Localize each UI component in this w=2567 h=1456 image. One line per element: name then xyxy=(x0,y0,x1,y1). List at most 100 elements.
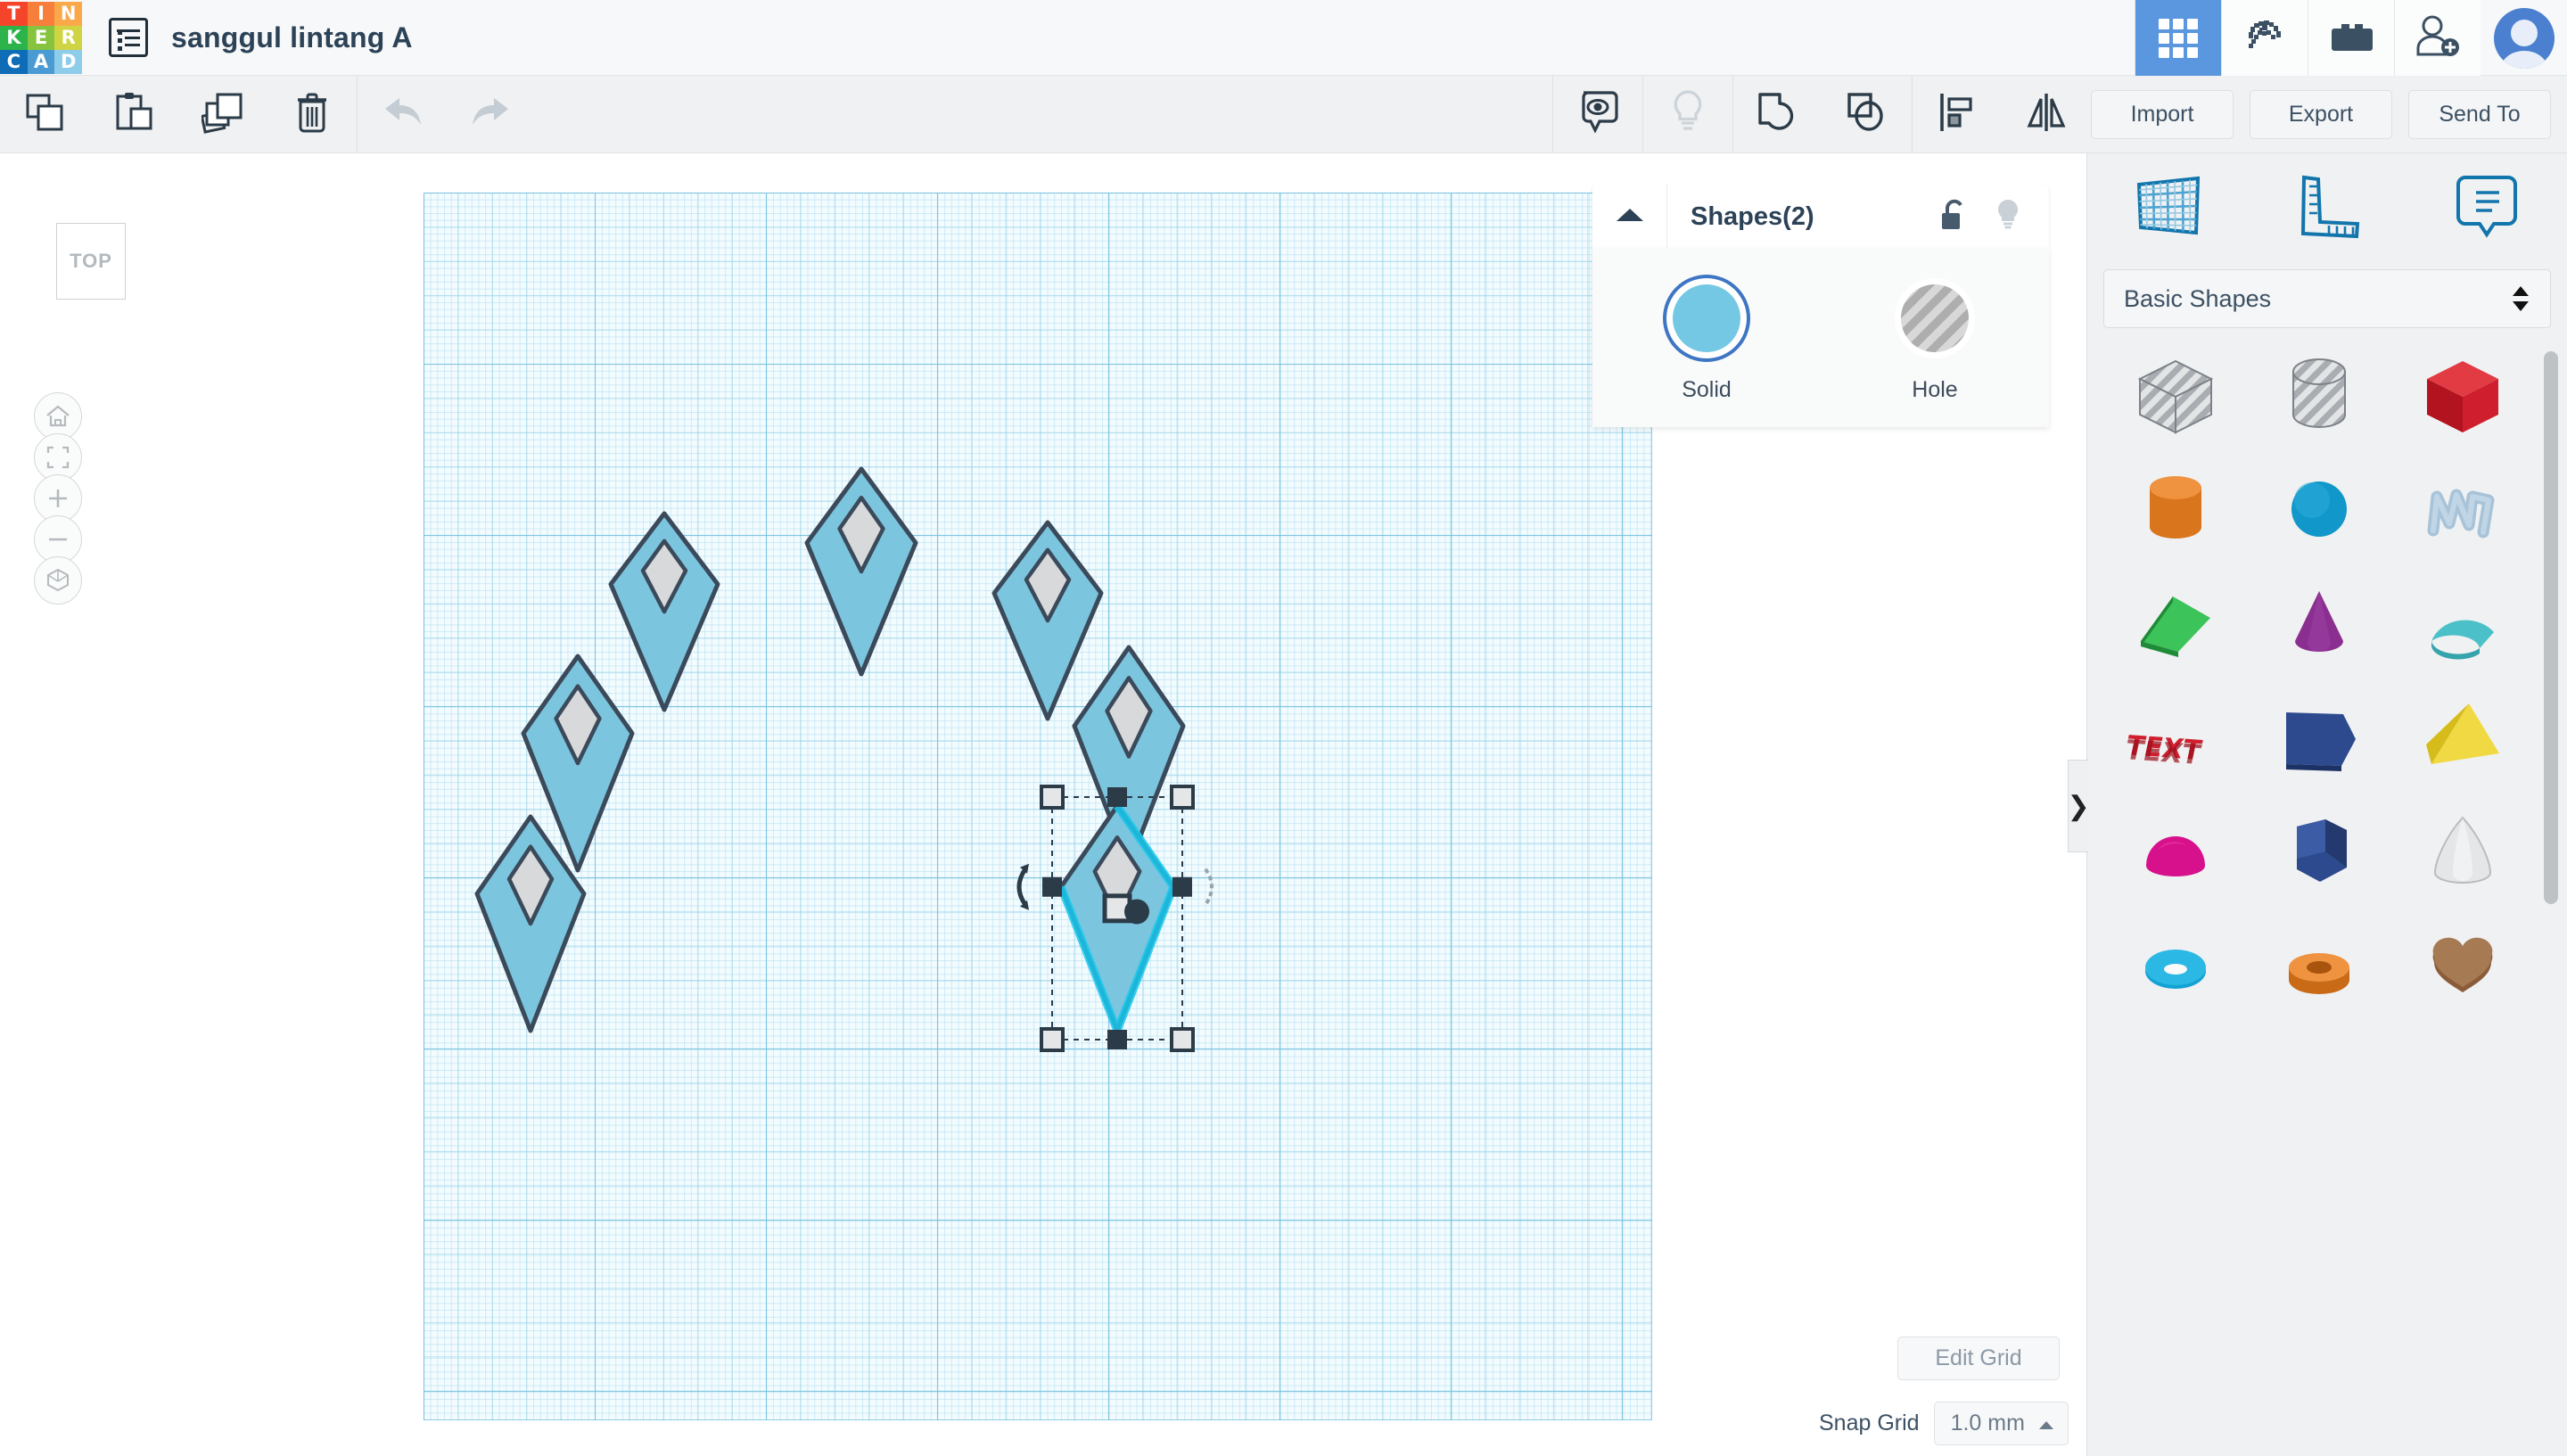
roof-shape[interactable] xyxy=(2109,570,2242,675)
redo-button[interactable] xyxy=(447,76,536,153)
highlight-button[interactable] xyxy=(1643,76,1732,153)
svg-text:TEXT: TEXT xyxy=(2127,735,2203,771)
lightbulb-icon[interactable] xyxy=(1994,198,2022,236)
logo-tile-r: R xyxy=(54,25,82,50)
mirror-button[interactable] xyxy=(2002,76,2091,153)
delete-button[interactable] xyxy=(267,76,357,153)
toolbar-right-group: Import Export Send To xyxy=(1552,76,2567,153)
logo-tile-a: A xyxy=(27,49,55,74)
topbar-button-blocks[interactable] xyxy=(2308,0,2394,76)
avatar-button[interactable] xyxy=(2481,0,2567,76)
align-button[interactable] xyxy=(1913,76,2002,153)
paste-button[interactable] xyxy=(89,76,178,153)
export-button[interactable]: Export xyxy=(2250,90,2392,139)
torus-shape[interactable] xyxy=(2109,912,2242,1017)
kite-shape-selected[interactable] xyxy=(1016,770,1214,1066)
logo-tile-e: E xyxy=(27,25,55,50)
align-icon xyxy=(1938,91,1977,138)
kite-shape[interactable] xyxy=(441,781,620,1066)
paraboloid-shape[interactable] xyxy=(2396,798,2530,903)
fit-to-view-icon xyxy=(46,446,70,469)
hole-label: Hole xyxy=(1912,377,1958,402)
lego-brick-icon xyxy=(2327,18,2375,58)
library-tools xyxy=(2087,153,2567,262)
delete-trash-icon xyxy=(292,90,332,139)
cone-shape[interactable] xyxy=(2252,570,2386,675)
home-view-icon xyxy=(45,405,70,428)
hole-box-shape[interactable] xyxy=(2109,341,2242,447)
shapes-library-panel: ❯ Basic Shapes TEXT TEXT xyxy=(2067,153,2567,1456)
undo-arrow-icon xyxy=(380,95,424,135)
workplane-icon xyxy=(2130,169,2205,248)
paste-icon xyxy=(113,91,154,138)
ortho-perspective-button[interactable] xyxy=(34,556,82,605)
snap-grid-row: Snap Grid 1.0 mm xyxy=(1819,1402,2069,1445)
lightbulb-icon xyxy=(1669,89,1707,140)
shape-library-grid: TEXT TEXT xyxy=(2087,337,2551,1407)
blocks-grid-icon xyxy=(2159,18,2198,58)
hole-option[interactable]: Hole xyxy=(1821,284,2049,403)
undo-button[interactable] xyxy=(358,76,447,153)
half-sphere-shape[interactable] xyxy=(2109,798,2242,903)
text-shape[interactable]: TEXT TEXT xyxy=(2109,684,2242,789)
top-right-buttons xyxy=(2135,0,2567,76)
hole-swatch[interactable] xyxy=(1901,284,1969,352)
note-icon xyxy=(2449,169,2524,248)
logo-tile-c: C xyxy=(0,49,28,74)
group-button[interactable] xyxy=(1733,76,1822,153)
zoom-out-icon xyxy=(46,528,70,551)
hole-cylinder-shape[interactable] xyxy=(2252,341,2386,447)
box-shape[interactable] xyxy=(2396,341,2530,447)
solid-option[interactable]: Solid xyxy=(1592,284,1821,403)
logo-tile-i: I xyxy=(27,1,55,26)
topbar-button-invite[interactable] xyxy=(2394,0,2481,76)
round-roof-shape[interactable] xyxy=(2396,570,2530,675)
copy-icon xyxy=(24,92,65,137)
scribble-shape[interactable] xyxy=(2396,456,2530,561)
polygon-shape[interactable] xyxy=(2252,684,2386,789)
design-canvas[interactable]: Workplane xyxy=(424,193,1652,1420)
shapes-inspector-panel: Shapes(2) Solid Hole xyxy=(1592,185,2049,427)
workplane-tool-button[interactable] xyxy=(2087,169,2247,248)
tinkercad-logo[interactable]: TIN KER CAD xyxy=(0,0,82,76)
shape-library-scrollbar[interactable] xyxy=(2544,351,2558,1375)
ruler-tool-button[interactable] xyxy=(2247,169,2407,248)
shapes-panel-header: Shapes(2) xyxy=(1592,185,2049,249)
tinkercad-app: TINKERCAD sanggul lintang A Import Expor… xyxy=(0,0,2567,1456)
shapes-panel-actions xyxy=(1938,198,2049,236)
copy-button[interactable] xyxy=(0,76,89,153)
edit-grid-button[interactable]: Edit Grid xyxy=(1897,1337,2060,1380)
hexagon-prism-shape[interactable] xyxy=(2252,798,2386,903)
ungroup-icon xyxy=(1846,91,1888,138)
duplicate-icon xyxy=(200,91,244,138)
invite-person-icon xyxy=(2415,14,2461,62)
kite-shape[interactable] xyxy=(771,433,951,710)
ungroup-button[interactable] xyxy=(1822,76,1912,153)
import-button[interactable]: Import xyxy=(2091,90,2234,139)
tube-shape[interactable] xyxy=(2252,912,2386,1017)
edit-toolbar: Import Export Send To xyxy=(0,75,2567,153)
panel-collapse-tab[interactable]: ❯ xyxy=(2067,760,2090,852)
note-button[interactable] xyxy=(1553,76,1642,153)
pickaxe-icon xyxy=(2242,13,2287,62)
shape-library-select[interactable]: Basic Shapes xyxy=(2103,269,2551,328)
solid-label: Solid xyxy=(1682,377,1732,402)
mirror-icon xyxy=(2025,91,2068,138)
solid-swatch[interactable] xyxy=(1673,284,1740,352)
snap-grid-select[interactable]: 1.0 mm xyxy=(1933,1402,2069,1445)
note-tool-button[interactable] xyxy=(2407,169,2567,248)
list-menu-icon[interactable] xyxy=(109,18,148,57)
cylinder-shape[interactable] xyxy=(2109,456,2242,561)
triangle-up-icon xyxy=(1615,205,1645,229)
shapes-panel-collapse-button[interactable] xyxy=(1592,185,1667,249)
view-cube-top[interactable]: TOP xyxy=(56,223,126,300)
pyramid-shape[interactable] xyxy=(2396,684,2530,789)
send-to-button[interactable]: Send To xyxy=(2408,90,2551,139)
shapes-panel-title: Shapes(2) xyxy=(1691,202,1814,231)
topbar-button-minecraft[interactable] xyxy=(2221,0,2308,76)
duplicate-button[interactable] xyxy=(178,76,267,153)
topbar-button-blocks-grid[interactable] xyxy=(2135,0,2221,76)
unlock-icon[interactable] xyxy=(1938,198,1969,236)
sphere-shape[interactable] xyxy=(2252,456,2386,561)
heart-shape[interactable] xyxy=(2396,912,2530,1017)
